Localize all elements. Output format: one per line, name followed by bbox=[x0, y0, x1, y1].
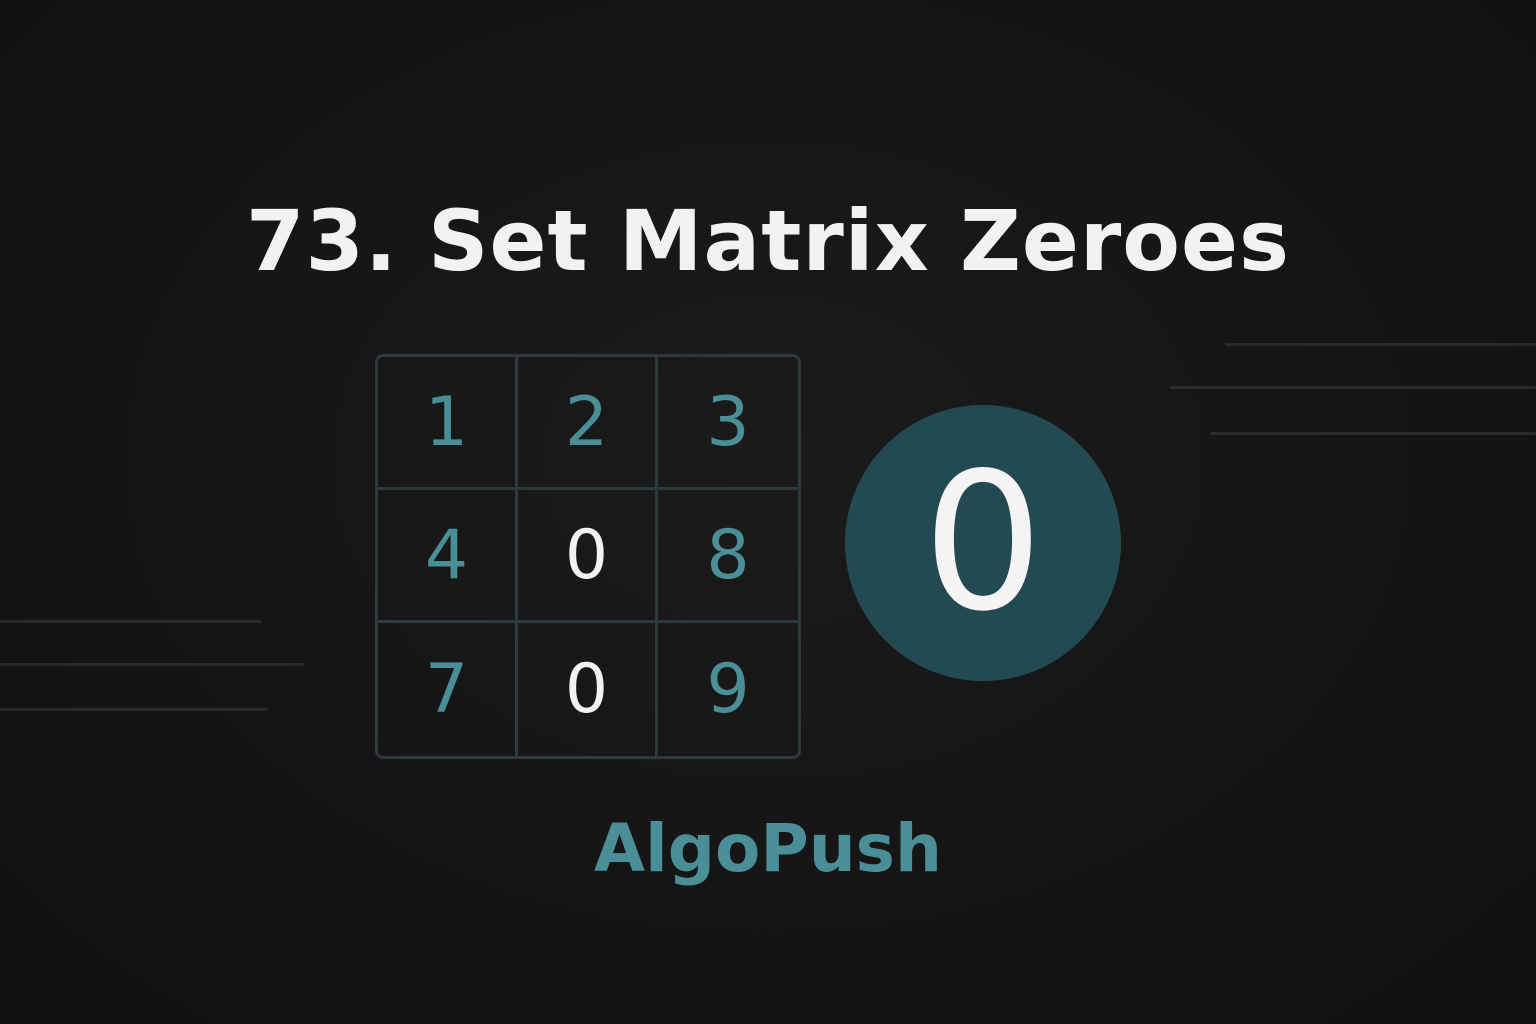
matrix-grid: 1 2 3 4 0 8 7 0 9 bbox=[375, 354, 801, 759]
matrix-cell: 9 bbox=[706, 650, 750, 729]
zero-badge: 0 bbox=[845, 405, 1121, 681]
matrix-cell: 8 bbox=[658, 490, 798, 623]
page-title: 73. Set Matrix Zeroes bbox=[246, 192, 1290, 290]
matrix-cell: 2 bbox=[518, 357, 658, 490]
matrix-cell: 4 bbox=[378, 490, 518, 623]
matrix-cell: 1 bbox=[378, 357, 518, 490]
decorative-streak bbox=[1225, 343, 1536, 346]
decorative-streak bbox=[0, 663, 305, 666]
zero-badge-value: 0 bbox=[922, 432, 1044, 653]
matrix-cell-zero: 0 bbox=[518, 490, 658, 623]
matrix-cell: 3 bbox=[658, 357, 798, 490]
matrix-cell: 7 bbox=[378, 623, 518, 756]
brand-logo-text: AlgoPush bbox=[594, 810, 942, 887]
decorative-streak bbox=[0, 708, 268, 711]
decorative-streak bbox=[1210, 432, 1536, 435]
matrix-cell-zero: 0 bbox=[518, 623, 658, 756]
decorative-streak bbox=[0, 620, 262, 623]
decorative-streak bbox=[1170, 386, 1536, 389]
